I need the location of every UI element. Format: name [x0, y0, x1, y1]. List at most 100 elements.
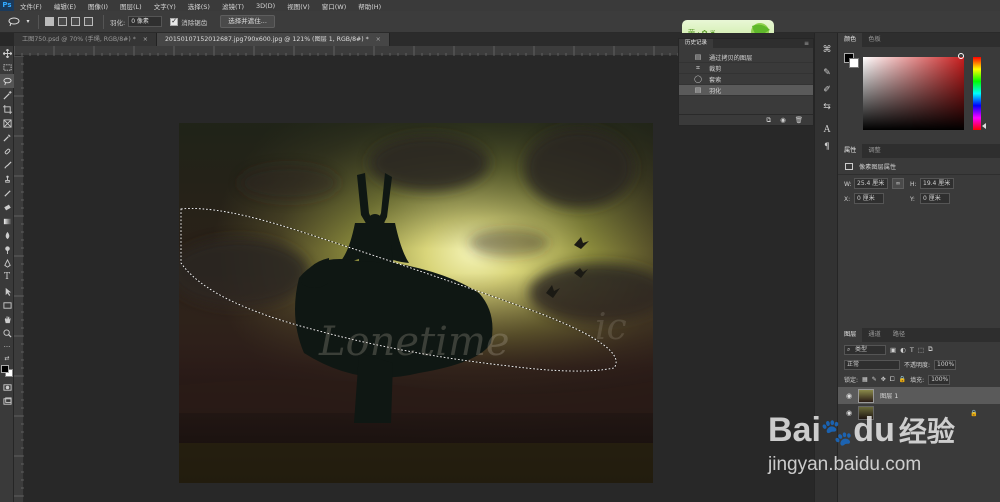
- width-input[interactable]: 25.4 厘米: [854, 178, 888, 189]
- filter-smart-object-icon[interactable]: ⧉: [928, 345, 933, 354]
- menu-edit[interactable]: 编辑(E): [48, 1, 82, 11]
- tab-paths[interactable]: 路径: [887, 328, 911, 342]
- tab-color[interactable]: 颜色: [838, 33, 863, 47]
- lock-transparency-icon[interactable]: ▦: [862, 376, 868, 383]
- select-and-mask-button[interactable]: 选择并遮住...: [220, 15, 275, 28]
- type-tool-icon[interactable]: T: [0, 270, 14, 284]
- clone-stamp-tool-icon[interactable]: [0, 172, 14, 186]
- eraser-tool-icon[interactable]: [0, 200, 14, 214]
- menu-layer[interactable]: 图层(L): [114, 1, 148, 11]
- color-field[interactable]: [863, 57, 964, 130]
- tab-swatches[interactable]: 色板: [862, 33, 886, 47]
- pen-tool-icon[interactable]: [0, 256, 14, 270]
- camera-snapshot-icon[interactable]: ◉: [780, 116, 786, 124]
- blend-mode-select[interactable]: 正常: [844, 359, 900, 370]
- dropdown-arrow-icon[interactable]: ▾: [24, 15, 32, 29]
- vertical-ruler[interactable]: [14, 55, 24, 502]
- lock-artboard-icon[interactable]: ⧠: [890, 376, 895, 384]
- menu-window[interactable]: 窗口(W): [316, 1, 353, 11]
- document-tab-active[interactable]: 20150107152012687.jpg790x600.jpg @ 121% …: [156, 33, 390, 46]
- hand-tool-icon[interactable]: [0, 312, 14, 326]
- color-swatches-icon[interactable]: [0, 362, 14, 380]
- adjust-icon[interactable]: ⇆: [815, 98, 839, 115]
- filter-pixel-icon[interactable]: ▣: [890, 346, 896, 354]
- menu-select[interactable]: 选择(S): [182, 1, 216, 11]
- history-item[interactable]: ◯ 套索: [679, 74, 813, 85]
- magic-wand-tool-icon[interactable]: [0, 88, 14, 102]
- filter-shape-icon[interactable]: ⬚: [918, 346, 924, 354]
- zoom-tool-icon[interactable]: [0, 326, 14, 340]
- antialias-checkbox[interactable]: ✓: [170, 17, 179, 26]
- brush-tool-icon[interactable]: [0, 158, 14, 172]
- close-icon[interactable]: ×: [376, 36, 381, 43]
- history-item[interactable]: ▤ 通过拷贝的图层: [679, 52, 813, 63]
- close-icon[interactable]: ×: [143, 36, 148, 43]
- healing-brush-tool-icon[interactable]: [0, 144, 14, 158]
- move-tool-icon[interactable]: [0, 46, 14, 60]
- history-item-active[interactable]: ▤ 羽化: [679, 85, 813, 96]
- lock-position-icon[interactable]: ✥: [881, 376, 886, 383]
- history-brush-tool-icon[interactable]: [0, 186, 14, 200]
- tab-history[interactable]: 历史记录: [679, 39, 714, 48]
- layer-row-background[interactable]: ◉ 🔒: [838, 404, 1000, 421]
- new-selection-button[interactable]: [45, 17, 54, 26]
- visibility-eye-icon[interactable]: ◉: [844, 391, 854, 401]
- feather-input[interactable]: 0 像素: [128, 16, 163, 27]
- trash-icon[interactable]: 🗑: [795, 116, 803, 124]
- swap-colors-icon[interactable]: ⇄: [0, 354, 14, 362]
- y-input[interactable]: 0 厘米: [920, 193, 950, 204]
- eyedropper-tool-icon[interactable]: [0, 130, 14, 144]
- blur-tool-icon[interactable]: [0, 228, 14, 242]
- menu-help[interactable]: 帮助(H): [352, 1, 387, 11]
- menu-file[interactable]: 文件(F): [14, 1, 48, 11]
- tab-channels[interactable]: 通道: [862, 328, 886, 342]
- character-panel-icon[interactable]: A: [815, 121, 839, 138]
- document-tab[interactable]: 工图750.psd @ 70% (手绳, RGB/8#) * ×: [14, 33, 157, 46]
- lock-image-icon[interactable]: ✎: [872, 376, 877, 383]
- more-tools-icon[interactable]: ···: [0, 340, 14, 354]
- intersect-selection-button[interactable]: [84, 17, 93, 26]
- hue-slider-handle[interactable]: [982, 123, 986, 129]
- gradient-tool-icon[interactable]: [0, 214, 14, 228]
- filter-type-icon[interactable]: T: [910, 346, 914, 354]
- brush-settings-icon[interactable]: ✎: [815, 64, 839, 81]
- background-color-swatch[interactable]: [849, 58, 859, 68]
- x-input[interactable]: 0 厘米: [854, 193, 884, 204]
- menu-3d[interactable]: 3D(D): [250, 2, 281, 10]
- visibility-eye-icon[interactable]: ◉: [844, 408, 854, 418]
- menu-image[interactable]: 图像(I): [82, 1, 114, 11]
- menu-view[interactable]: 视图(V): [281, 1, 316, 11]
- lasso-tool-preset-icon[interactable]: [4, 15, 24, 29]
- link-dimensions-icon[interactable]: ∞: [892, 178, 904, 189]
- lock-all-icon[interactable]: 🔒: [899, 376, 906, 383]
- layer-row-selected[interactable]: ◉ 图层 1: [838, 387, 1000, 404]
- subtract-selection-button[interactable]: [71, 17, 80, 26]
- opacity-input[interactable]: 100%: [934, 359, 957, 370]
- history-panel-icon[interactable]: ⌘: [815, 41, 839, 58]
- add-selection-button[interactable]: [58, 17, 67, 26]
- lasso-tool-icon[interactable]: [0, 74, 14, 88]
- menu-filter[interactable]: 滤镜(T): [216, 1, 250, 11]
- frame-tool-icon[interactable]: [0, 116, 14, 130]
- marquee-tool-icon[interactable]: [0, 60, 14, 74]
- layer-filter-select[interactable]: ⌕ 类型: [844, 344, 886, 355]
- panel-menu-icon[interactable]: ≡: [804, 40, 813, 47]
- hue-slider[interactable]: [973, 57, 981, 130]
- history-item[interactable]: ⌗ 裁剪: [679, 63, 813, 74]
- screen-mode-icon[interactable]: [0, 394, 14, 408]
- filter-adjustment-icon[interactable]: ◐: [900, 346, 906, 354]
- tab-properties[interactable]: 属性: [838, 144, 863, 158]
- menu-type[interactable]: 文字(Y): [148, 1, 182, 11]
- rectangle-tool-icon[interactable]: [0, 298, 14, 312]
- dodge-tool-icon[interactable]: [0, 242, 14, 256]
- tab-adjustments[interactable]: 调整: [862, 144, 886, 158]
- color-picker-handle[interactable]: [958, 53, 964, 59]
- brush-presets-icon[interactable]: ✐: [815, 81, 839, 98]
- paragraph-panel-icon[interactable]: ¶: [815, 138, 839, 155]
- crop-tool-icon[interactable]: [0, 102, 14, 116]
- path-selection-tool-icon[interactable]: [0, 284, 14, 298]
- document-image[interactable]: Lonetime ic: [179, 123, 653, 483]
- tab-layers[interactable]: 图层: [838, 328, 863, 342]
- fill-input[interactable]: 100%: [928, 374, 951, 385]
- quick-mask-icon[interactable]: [0, 380, 14, 394]
